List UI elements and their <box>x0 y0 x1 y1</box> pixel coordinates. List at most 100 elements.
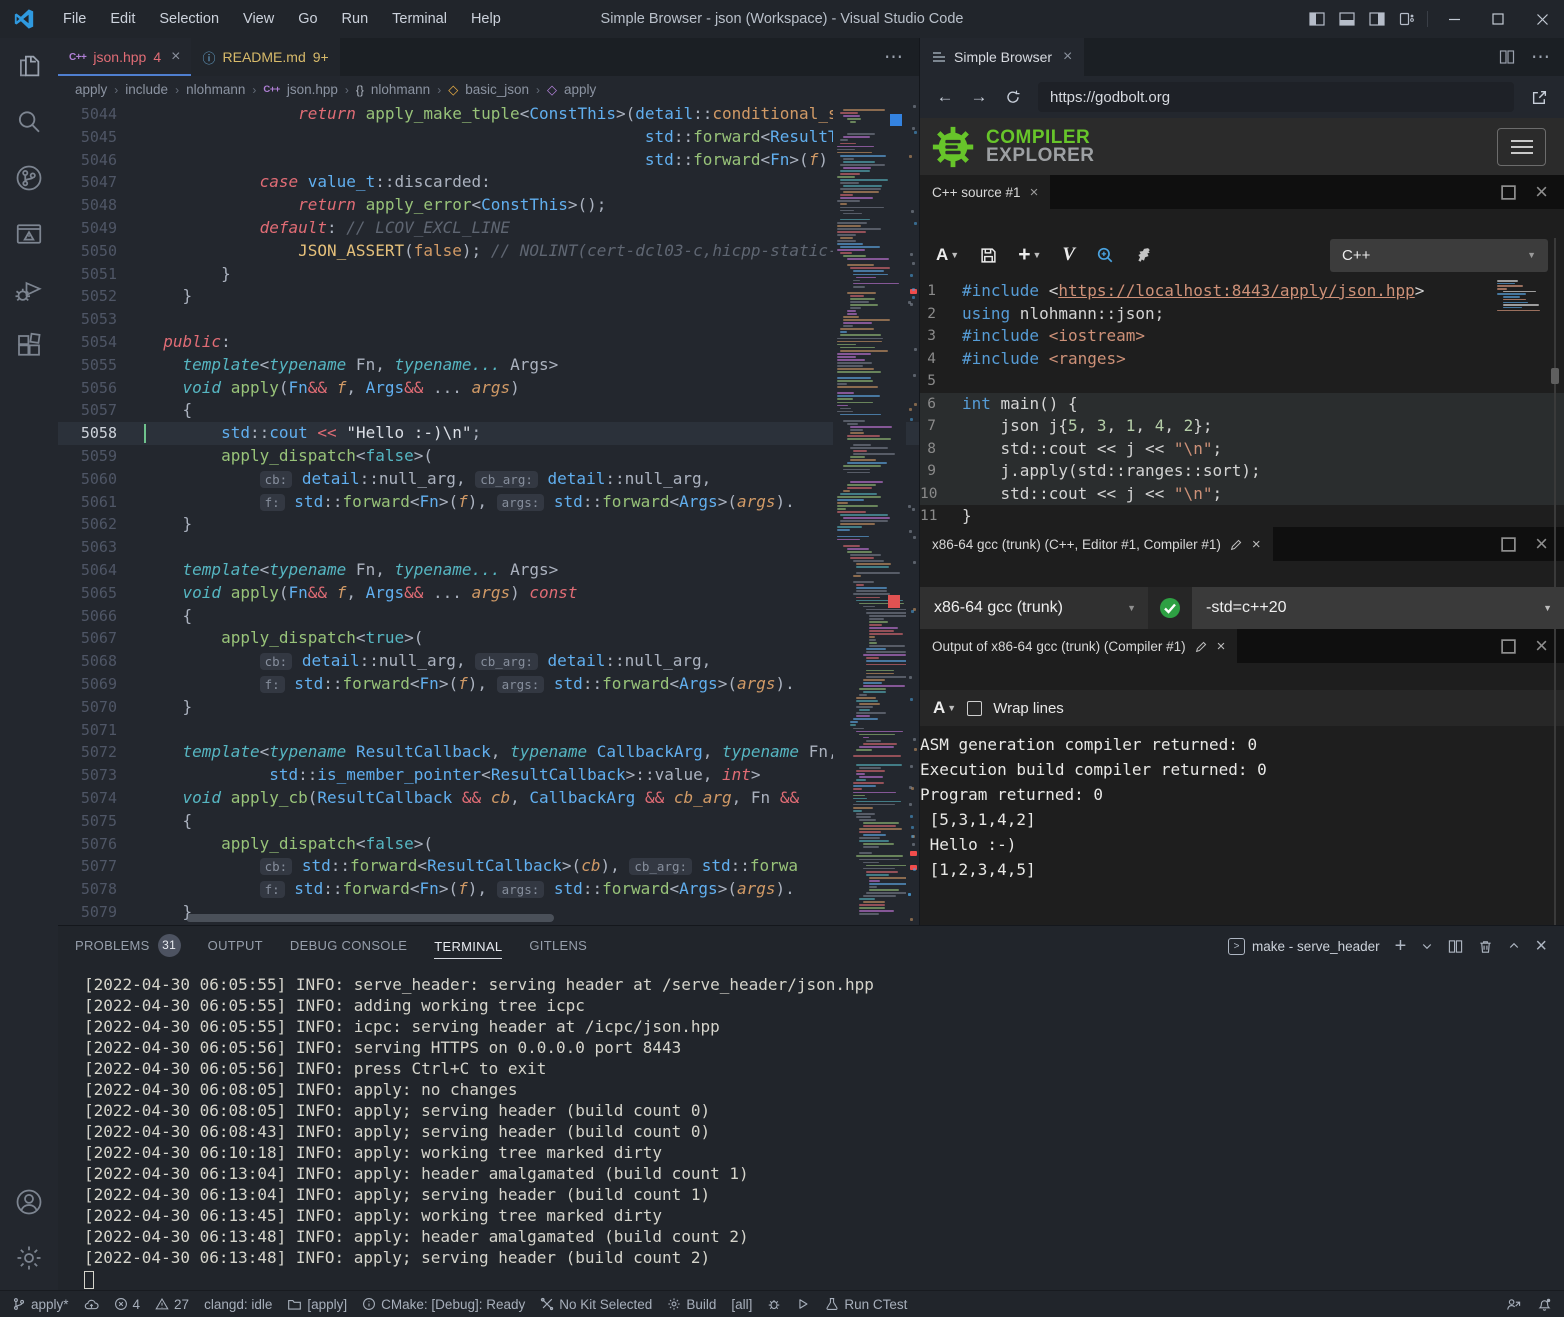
close-pane-icon[interactable]: × <box>1030 184 1039 201</box>
maximize-pane-icon[interactable] <box>1500 638 1517 655</box>
code-line[interactable]: 5060 cb: detail::null_arg, cb_arg: detai… <box>58 468 919 491</box>
code-line[interactable]: 5062 } <box>58 513 919 536</box>
menu-go[interactable]: Go <box>286 0 329 38</box>
code-line[interactable]: 5053 <box>58 308 919 331</box>
url-input[interactable]: https://godbolt.org <box>1038 82 1514 112</box>
source-line[interactable]: 1#include <https://localhost:8443/apply/… <box>920 280 1564 303</box>
breadcrumb-item[interactable]: include <box>125 82 168 97</box>
code-line[interactable]: 5072 template<typename ResultCallback, t… <box>58 741 919 764</box>
menu-file[interactable]: File <box>51 0 98 38</box>
code-line[interactable]: 5063 <box>58 536 919 559</box>
split-terminal-icon[interactable] <box>1448 939 1463 954</box>
close-pane-icon[interactable]: × <box>1535 633 1548 659</box>
code-line[interactable]: 5044 return apply_make_tuple<ConstThis>(… <box>58 103 919 126</box>
page-scrollbar-thumb[interactable] <box>1551 368 1559 384</box>
font-size-icon[interactable]: A▼ <box>933 698 956 718</box>
code-line[interactable]: 5064 template<typename Fn, typename... A… <box>58 559 919 582</box>
breadcrumb-item[interactable]: json.hpp <box>287 82 338 97</box>
breadcrumb-item[interactable]: basic_json <box>465 82 529 97</box>
code-line[interactable]: 5058 std::cout << "Hello :-)\n"; <box>58 422 919 445</box>
toggle-panel-icon[interactable] <box>1339 11 1355 27</box>
panel-tab-problems[interactable]: PROBLEMS31 <box>75 934 181 959</box>
split-editor-icon[interactable] <box>1499 49 1515 65</box>
terminal-instance-select[interactable]: > make - serve_header <box>1228 938 1380 955</box>
search-icon[interactable] <box>0 94 58 150</box>
clangd-status[interactable]: clangd: idle <box>204 1297 272 1312</box>
menu-selection[interactable]: Selection <box>147 0 231 38</box>
font-size-icon[interactable]: A▼ <box>936 245 959 265</box>
code-editor[interactable]: 5044 return apply_make_tuple<ConstThis>(… <box>58 103 919 925</box>
add-pane-icon[interactable]: +▼ <box>1018 243 1041 267</box>
more-actions-icon[interactable]: ⋯ <box>1531 46 1550 69</box>
tab-readme-md[interactable]: ⓘ README.md 9+ <box>191 38 339 76</box>
source-line[interactable]: 8 std::cout << j << "\n"; <box>920 438 1564 461</box>
code-line[interactable]: 5071 <box>58 719 919 742</box>
terminal-output[interactable]: [2022-04-30 06:05:55] INFO: serve_header… <box>58 966 1564 1290</box>
vim-mode-icon[interactable]: V <box>1062 244 1075 266</box>
close-tab-icon[interactable]: × <box>171 48 180 66</box>
source-line[interactable]: 7 json j{5, 3, 1, 4, 2}; <box>920 415 1564 438</box>
code-line[interactable]: 5047 case value_t::discarded: <box>58 171 919 194</box>
panel-tab-output[interactable]: OUTPUT <box>208 938 263 955</box>
source-line[interactable]: 2using nlohmann::json; <box>920 303 1564 326</box>
code-line[interactable]: 5066 { <box>58 605 919 628</box>
warnings-status[interactable]: 27 <box>155 1297 189 1312</box>
close-pane-icon[interactable]: × <box>1252 536 1261 553</box>
breadcrumb[interactable]: apply›include›nlohmann›C++json.hpp›{}nlo… <box>58 76 919 103</box>
back-icon[interactable]: ← <box>930 82 960 112</box>
kit-status[interactable]: No Kit Selected <box>540 1297 652 1312</box>
build-target[interactable]: [all] <box>731 1297 752 1312</box>
close-pane-icon[interactable]: × <box>1535 179 1548 205</box>
close-pane-icon[interactable]: × <box>1535 531 1548 557</box>
source-line[interactable]: 4#include <ranges> <box>920 348 1564 371</box>
maximize-pane-icon[interactable] <box>1500 184 1517 201</box>
publish-status[interactable] <box>84 1297 99 1312</box>
customize-layout-icon[interactable] <box>1399 11 1415 27</box>
source-line[interactable]: 10 std::cout << j << "\n"; <box>920 483 1564 506</box>
rename-pane-icon[interactable] <box>1230 538 1243 551</box>
open-external-icon[interactable] <box>1524 82 1554 112</box>
close-panel-icon[interactable]: × <box>1535 935 1547 958</box>
tab-json-hpp[interactable]: C++ json.hpp 4 × <box>58 38 191 76</box>
source-line[interactable]: 5 <box>920 370 1564 393</box>
code-line[interactable]: 5070 } <box>58 696 919 719</box>
source-line[interactable]: 3#include <iostream> <box>920 325 1564 348</box>
code-line[interactable]: 5055 template<typename Fn, typename... A… <box>58 354 919 377</box>
toggle-secondary-sidebar-icon[interactable] <box>1369 11 1385 27</box>
panel-tab-gitlens[interactable]: GITLENS <box>529 938 587 955</box>
run-and-debug-icon[interactable] <box>0 262 58 318</box>
compiler-pane-tab[interactable]: x86-64 gcc (trunk) (C++, Editor #1, Comp… <box>920 527 1273 561</box>
minimap[interactable] <box>833 103 906 925</box>
language-select[interactable]: C++ ▼ <box>1330 239 1548 272</box>
code-line[interactable]: 5050 JSON_ASSERT(false); // NOLINT(cert-… <box>58 240 919 263</box>
explorer-icon[interactable] <box>0 38 58 94</box>
zoom-icon[interactable] <box>1096 246 1114 264</box>
extensions-icon[interactable] <box>0 318 58 374</box>
cmake-status[interactable]: CMake: [Debug]: Ready <box>362 1297 525 1312</box>
menu-view[interactable]: View <box>231 0 286 38</box>
reload-icon[interactable] <box>998 82 1028 112</box>
build-button[interactable]: Build <box>667 1297 716 1312</box>
menu-help[interactable]: Help <box>459 0 513 38</box>
code-line[interactable]: 5067 apply_dispatch<true>( <box>58 627 919 650</box>
tab-simple-browser[interactable]: Simple Browser × <box>920 38 1084 76</box>
panel-tab-terminal[interactable]: TERMINAL <box>434 939 502 959</box>
kill-terminal-icon[interactable] <box>1478 939 1493 954</box>
toggle-sidebar-icon[interactable] <box>1309 11 1325 27</box>
menu-terminal[interactable]: Terminal <box>380 0 459 38</box>
source-line[interactable]: 9 j.apply(std::ranges::sort); <box>920 460 1564 483</box>
settings-gear-icon[interactable] <box>0 1230 58 1286</box>
launch-button[interactable] <box>796 1297 810 1311</box>
output-pane-tab[interactable]: Output of x86-64 gcc (trunk) (Compiler #… <box>920 629 1237 663</box>
minimize-button[interactable] <box>1432 0 1476 38</box>
code-line[interactable]: 5052 } <box>58 285 919 308</box>
cmake-folder-status[interactable]: [apply] <box>287 1297 347 1312</box>
code-line[interactable]: 5045 std::forward<ResultType>( <box>58 126 919 149</box>
debug-button[interactable] <box>767 1297 781 1311</box>
git-branch-status[interactable]: apply* <box>12 1297 69 1312</box>
terminal-dropdown-icon[interactable] <box>1421 940 1433 952</box>
save-icon[interactable] <box>980 247 997 264</box>
maximize-panel-icon[interactable] <box>1508 940 1520 952</box>
code-line[interactable]: 5068 cb: detail::null_arg, cb_arg: detai… <box>58 650 919 673</box>
forward-icon[interactable]: → <box>964 82 994 112</box>
